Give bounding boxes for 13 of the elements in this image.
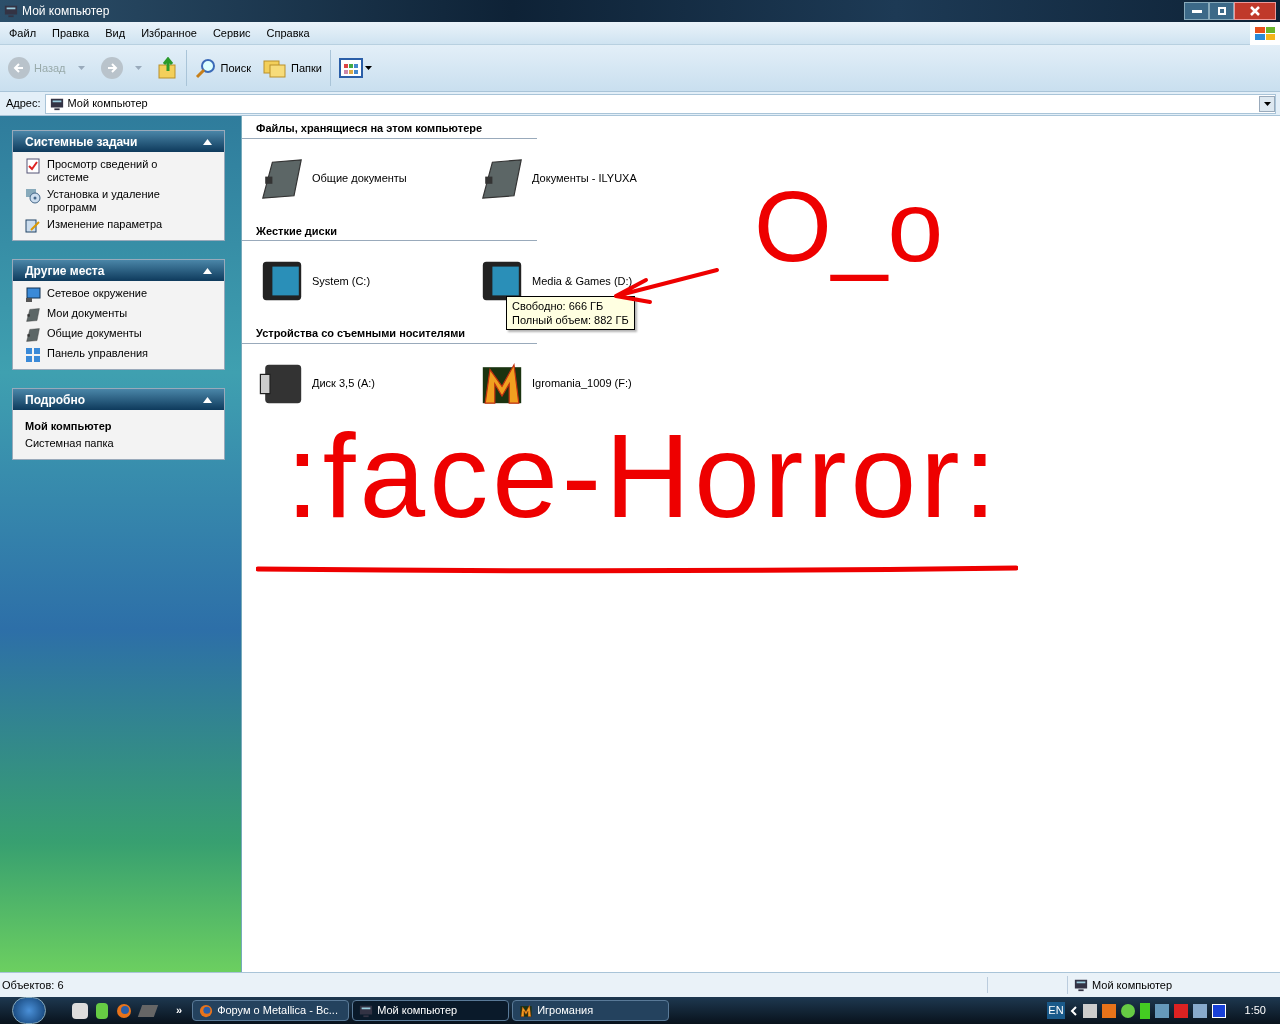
- window-title: Мой компьютер: [22, 3, 110, 20]
- status-text: Объектов: 6: [0, 976, 988, 994]
- address-label: Адрес:: [6, 96, 41, 112]
- group-header: Жесткие диски: [256, 224, 337, 237]
- tooltip: Свободно: 666 ГБ Полный объем: 882 ГБ: [506, 296, 635, 330]
- group-header: Файлы, хранящиеся на этом компьютере: [256, 122, 483, 134]
- group-header: Устройства со съемными носителями: [256, 327, 466, 339]
- status-location: Мой компьютер: [1092, 977, 1173, 993]
- clock: 1:50: [1244, 1003, 1266, 1019]
- scribbled-text: :face-Horror:: [286, 409, 1001, 544]
- details-name: Мой компьютер: [25, 419, 113, 434]
- scribbled-text: O_o: [754, 169, 943, 284]
- details-type: Системная папка: [25, 435, 115, 451]
